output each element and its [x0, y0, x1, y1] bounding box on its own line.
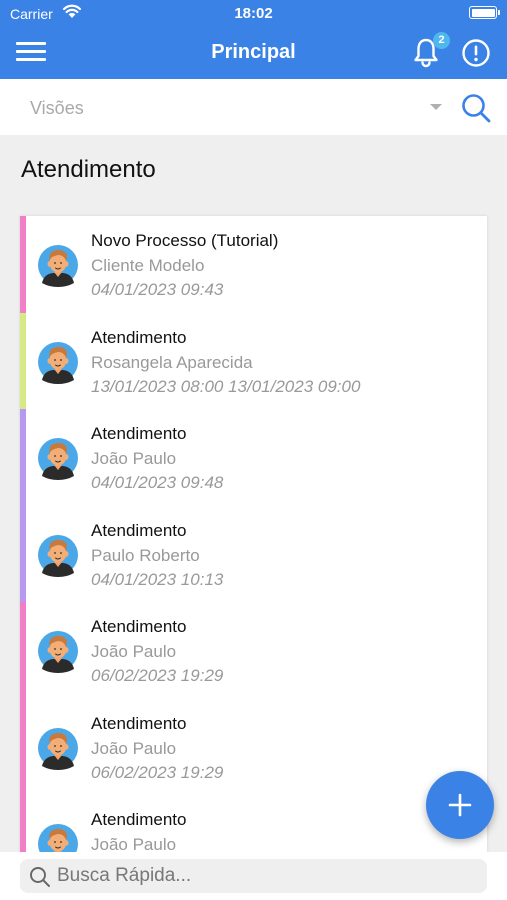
- item-title: Atendimento: [91, 520, 187, 540]
- list-item[interactable]: Atendimento João Paulo 06/02/2023 19:29: [20, 602, 487, 699]
- item-client: João Paulo: [91, 835, 177, 852]
- process-list: Novo Processo (Tutorial) Cliente Modelo …: [20, 216, 487, 852]
- avatar: [38, 727, 78, 770]
- list-item[interactable]: Atendimento João Paulo: [20, 795, 487, 852]
- avatar: [38, 245, 78, 287]
- item-title: Atendimento: [91, 617, 187, 636]
- status-color-bar: [20, 409, 26, 506]
- plus-icon: [448, 793, 472, 817]
- avatar: [38, 438, 78, 480]
- status-color-bar: [20, 795, 26, 852]
- item-client: João Paulo: [91, 449, 177, 468]
- item-title: Atendimento: [91, 713, 187, 733]
- list-item[interactable]: Atendimento João Paulo 06/02/2023 19:29: [20, 698, 487, 795]
- clock: 18:02: [234, 5, 273, 22]
- status-color-bar: [20, 505, 26, 602]
- navigation-bar: Principal 2: [0, 26, 507, 79]
- item-client: Rosangela Aparecida: [91, 352, 253, 372]
- item-date: 04/01/2023 10:13: [91, 569, 224, 589]
- status-color-bar: [20, 698, 26, 795]
- list-item[interactable]: Novo Processo (Tutorial) Cliente Modelo …: [20, 216, 487, 313]
- item-client: João Paulo: [91, 642, 177, 661]
- item-title: Atendimento: [91, 327, 187, 347]
- quick-search-bar: [0, 852, 507, 900]
- list-item[interactable]: Atendimento Paulo Roberto 04/01/2023 10:…: [20, 505, 487, 602]
- avatar: [38, 534, 78, 577]
- chevron-down-icon[interactable]: [430, 104, 442, 110]
- views-dropdown[interactable]: Visões: [30, 98, 84, 119]
- avatar: [38, 631, 78, 673]
- item-date: 04/01/2023 09:48: [91, 473, 224, 492]
- quick-search-input[interactable]: [57, 862, 477, 890]
- search-icon: [30, 867, 50, 887]
- item-client: Cliente Modelo: [91, 256, 205, 275]
- info-icon[interactable]: [461, 38, 491, 68]
- item-date: 04/01/2023 09:43: [91, 280, 224, 299]
- item-title: Atendimento: [91, 424, 187, 443]
- status-color-bar: [20, 602, 26, 699]
- avatar: [38, 341, 78, 384]
- item-title: Atendimento: [91, 810, 187, 829]
- item-title: Novo Processo (Tutorial): [91, 231, 279, 250]
- battery-icon: [469, 6, 500, 19]
- list-item[interactable]: Atendimento Rosangela Aparecida 13/01/20…: [20, 312, 487, 409]
- item-date: 13/01/2023 08:00 13/01/2023 09:00: [91, 376, 361, 396]
- item-client: João Paulo: [91, 738, 177, 758]
- add-button[interactable]: [426, 771, 494, 839]
- status-color-bar: [20, 312, 26, 409]
- item-date: 06/02/2023 19:29: [91, 666, 224, 685]
- quick-search-box: [20, 859, 487, 893]
- search-icon[interactable]: [460, 92, 492, 124]
- status-bar: Carrier 18:02: [0, 0, 507, 26]
- section-title: Atendimento: [21, 156, 156, 183]
- avatar: [38, 824, 78, 852]
- item-date: 06/02/2023 19:29: [91, 762, 224, 782]
- status-color-bar: [20, 216, 26, 313]
- notification-badge: 2: [433, 32, 450, 49]
- item-client: Paulo Roberto: [91, 545, 200, 565]
- filter-bar: Visões: [0, 79, 507, 135]
- list-item[interactable]: Atendimento João Paulo 04/01/2023 09:48: [20, 409, 487, 506]
